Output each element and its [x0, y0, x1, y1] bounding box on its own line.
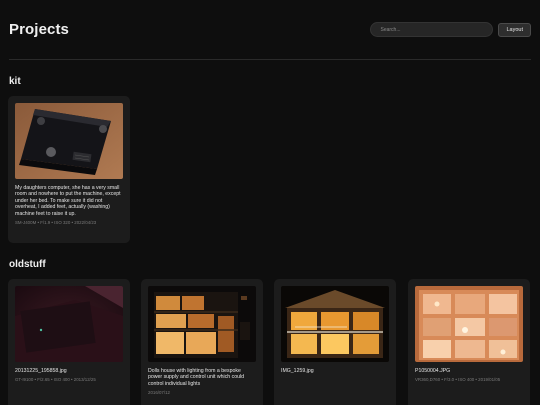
photo-thumbnail[interactable]: [281, 286, 389, 362]
photo-caption: 20131225_195858.jpg: [15, 368, 67, 374]
photo-card[interactable]: IMG_1259.jpg: [274, 279, 396, 405]
photo-thumbnail[interactable]: [415, 286, 523, 362]
projects-page: Projects Layout kit My dau: [0, 0, 540, 405]
photo-caption: My daughters computer, she has a very sm…: [15, 185, 121, 217]
photo-card[interactable]: P1050004.JPG VR360,D760 • F/3.0 • ISO 40…: [408, 279, 530, 405]
photo-thumbnail[interactable]: [15, 103, 123, 179]
search-input[interactable]: [370, 22, 494, 37]
photo-card[interactable]: 20131225_195858.jpg GT-I9100 • F/2.65 • …: [8, 279, 130, 405]
photo-meta: SM-J400M • F/1.9 • ISO 320 • 2022/04/23: [15, 220, 97, 226]
header-controls: Layout: [370, 22, 531, 37]
top-bar: Projects Layout: [9, 0, 531, 60]
photo-meta: VR360,D760 • F/3.0 • ISO 400 • 2019/01/0…: [415, 377, 501, 383]
photo-card[interactable]: Dolls house with lighting from a bespoke…: [141, 279, 263, 405]
photo-thumbnail[interactable]: [15, 286, 123, 362]
section-title-kit: kit: [9, 76, 21, 87]
photo-caption: P1050004.JPG: [415, 368, 451, 374]
photo-card[interactable]: My daughters computer, she has a very sm…: [8, 96, 130, 243]
page-title: Projects: [9, 21, 69, 38]
photo-meta: 2016/07/12: [148, 390, 170, 396]
photo-caption: Dolls house with lighting from a bespoke…: [148, 368, 245, 387]
photo-thumbnail[interactable]: [148, 286, 256, 362]
section-title-oldstuff: oldstuff: [9, 259, 46, 270]
photo-caption: IMG_1259.jpg: [281, 368, 314, 374]
layout-button[interactable]: Layout: [498, 22, 531, 37]
photo-meta: GT-I9100 • F/2.65 • ISO 400 • 2013/12/25: [15, 377, 96, 383]
